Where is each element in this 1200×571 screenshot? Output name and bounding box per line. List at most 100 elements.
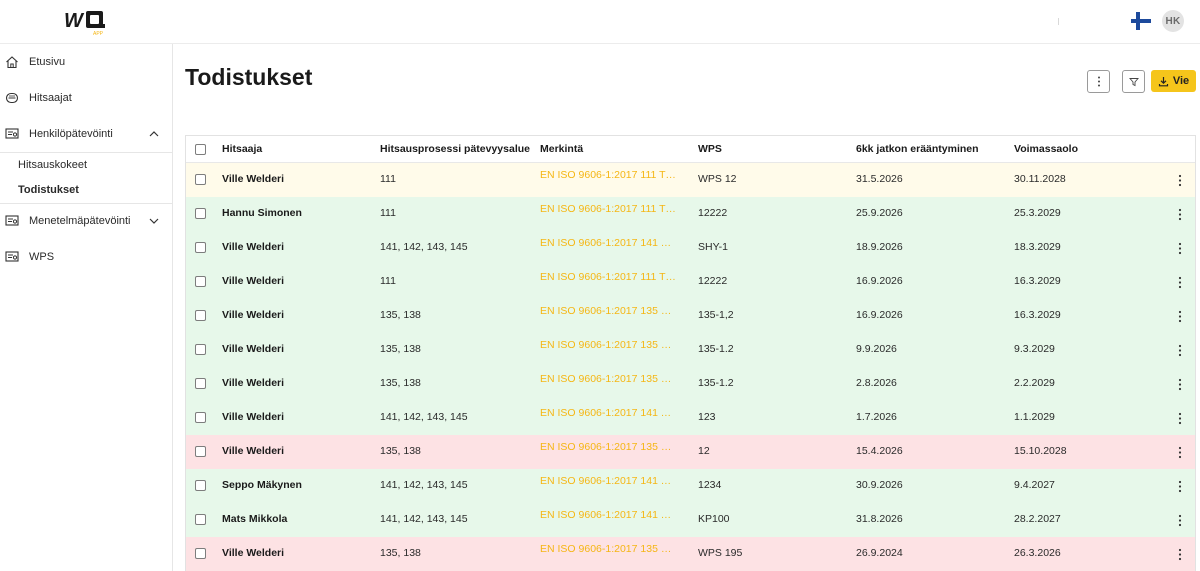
certificate-icon [5, 128, 19, 139]
sidebar-item-henkilopatevointi[interactable]: Henkilöpätevöinti [0, 116, 172, 152]
export-button[interactable]: Vie [1151, 70, 1196, 92]
cell-welder[interactable]: Ville Welderi [222, 275, 284, 287]
cell-extension-due: 2.8.2026 [856, 377, 897, 389]
sidebar-item-hitsaajat[interactable]: Hitsaajat [0, 80, 172, 116]
cell-welder[interactable]: Hannu Simonen [222, 207, 302, 219]
row-checkbox[interactable] [195, 548, 206, 559]
cell-process: 135, 138 [380, 309, 421, 321]
cell-welder[interactable]: Seppo Mäkynen [222, 479, 302, 491]
row-checkbox[interactable] [195, 276, 206, 287]
table-row[interactable]: Ville Welderi 135, 138 EN ISO 9606-1:2017 … [186, 299, 1195, 333]
home-icon [6, 56, 18, 69]
sidebar-subitem-todistukset[interactable]: Todistukset [18, 184, 79, 196]
cell-extension-due: 15.4.2026 [856, 445, 903, 457]
row-menu-icon[interactable] [1175, 208, 1185, 221]
cell-welder[interactable]: Ville Welderi [222, 343, 284, 355]
row-menu-icon[interactable] [1175, 548, 1185, 561]
chevron-down-icon[interactable] [148, 216, 160, 226]
filter-icon [1128, 77, 1139, 86]
cell-wps: 12222 [698, 275, 728, 287]
cell-validity: 18.3.2029 [1014, 241, 1061, 253]
row-checkbox[interactable] [195, 344, 206, 355]
user-avatar[interactable]: HK [1162, 10, 1184, 32]
column-header-validity[interactable]: Voimassaolo [1014, 143, 1078, 155]
row-checkbox[interactable] [195, 174, 206, 185]
sidebar-item-wps[interactable]: WPS [0, 239, 172, 275]
cell-process: 135, 138 [380, 343, 421, 355]
cell-welder[interactable]: Ville Welderi [222, 377, 284, 389]
column-header-hitsaaja[interactable]: Hitsaaja [222, 143, 262, 155]
cell-extension-due: 30.9.2026 [856, 479, 903, 491]
cell-wps: 135-1.2 [698, 343, 734, 355]
row-checkbox[interactable] [195, 378, 206, 389]
row-menu-icon[interactable] [1175, 276, 1185, 289]
cell-welder[interactable]: Ville Welderi [222, 173, 284, 185]
table-row[interactable]: Ville Welderi 135, 138 EN ISO 9606-1:2017 … [186, 537, 1195, 571]
table-row[interactable]: Ville Welderi 141, 142, 143, 145 EN ISO 96… [186, 401, 1195, 435]
table-row[interactable]: Hannu Simonen 111 EN ISO 9606-1:2017 111 T… [186, 197, 1195, 231]
sidebar-subitem-hitsauskokeet[interactable]: Hitsauskokeet [18, 159, 87, 171]
cell-process: 111 [380, 207, 396, 219]
more-options-button[interactable] [1087, 70, 1110, 93]
finland-flag-icon[interactable] [1131, 12, 1151, 30]
table-header: Hitsaaja Hitsausprosessi pätevyysalue Me… [186, 136, 1195, 163]
cell-welder[interactable]: Ville Welderi [222, 309, 284, 321]
cell-process: 141, 142, 143, 145 [380, 241, 468, 253]
row-menu-icon[interactable] [1175, 174, 1185, 187]
more-vertical-icon [1097, 76, 1100, 87]
row-menu-icon[interactable] [1175, 378, 1185, 391]
table-row[interactable]: Ville Welderi 135, 138 EN ISO 9606-1:2017 … [186, 367, 1195, 401]
cell-extension-due: 16.9.2026 [856, 309, 903, 321]
cell-extension-due: 16.9.2026 [856, 275, 903, 287]
table-row[interactable]: Ville Welderi 135, 138 EN ISO 9606-1:2017 … [186, 435, 1195, 469]
row-menu-icon[interactable] [1175, 480, 1185, 493]
cell-process: 111 [380, 173, 396, 185]
row-checkbox[interactable] [195, 514, 206, 525]
wq-logo[interactable]: W APP [64, 8, 108, 36]
sidebar-item-menetelmapatevointi[interactable]: Menetelmäpätevöinti [0, 203, 172, 239]
cell-wps: WPS 12 [698, 173, 737, 185]
cell-welder[interactable]: Ville Welderi [222, 445, 284, 457]
cell-welder[interactable]: Mats Mikkola [222, 513, 287, 525]
cell-wps: 12222 [698, 207, 728, 219]
row-checkbox[interactable] [195, 208, 206, 219]
cell-validity: 30.11.2028 [1014, 173, 1066, 185]
cell-validity: 15.10.2028 [1014, 445, 1067, 457]
row-menu-icon[interactable] [1175, 412, 1185, 425]
row-menu-icon[interactable] [1175, 446, 1185, 459]
cell-process: 135, 138 [380, 445, 421, 457]
cell-welder[interactable]: Ville Welderi [222, 411, 284, 423]
cell-welder[interactable]: Ville Welderi [222, 241, 284, 253]
row-checkbox[interactable] [195, 242, 206, 253]
column-header-process[interactable]: Hitsausprosessi pätevyysalue [380, 143, 530, 155]
row-menu-icon[interactable] [1175, 514, 1185, 527]
cell-welder[interactable]: Ville Welderi [222, 547, 284, 559]
column-header-wps[interactable]: WPS [698, 143, 722, 155]
cell-marking: EN ISO 9606-1:2017 111 T BW 1.2 S t2.5 P… [540, 169, 676, 181]
row-checkbox[interactable] [195, 412, 206, 423]
export-label: Vie [1172, 75, 1190, 87]
divider [0, 152, 172, 153]
chevron-up-icon[interactable] [148, 129, 160, 139]
table-row[interactable]: Ville Welderi 111 EN ISO 9606-1:2017 111 T… [186, 265, 1195, 299]
select-all-checkbox[interactable] [195, 144, 206, 155]
table-row[interactable]: Mats Mikkola 141, 142, 143, 145 EN ISO 960… [186, 503, 1195, 537]
row-checkbox[interactable] [195, 446, 206, 457]
table-row[interactable]: Ville Welderi 135, 138 EN ISO 9606-1:2017 … [186, 333, 1195, 367]
sidebar-item-etusivu[interactable]: Etusivu [0, 44, 172, 80]
table-row[interactable]: Seppo Mäkynen 141, 142, 143, 145 EN ISO 96… [186, 469, 1195, 503]
row-checkbox[interactable] [195, 480, 206, 491]
column-header-extension-due[interactable]: 6kk jatkon erääntyminen [856, 143, 979, 155]
table-row[interactable]: Ville Welderi 111 EN ISO 9606-1:2017 111 T… [186, 163, 1195, 197]
filter-button[interactable] [1122, 70, 1145, 93]
cell-marking: EN ISO 9606-1:2017 135 P BW 1.2 S t2.5 P… [540, 441, 676, 453]
sidebar: Etusivu Hitsaajat Henkilöpätevöinti Hits… [0, 44, 173, 571]
row-checkbox[interactable] [195, 310, 206, 321]
cell-process: 141, 142, 143, 145 [380, 513, 468, 525]
column-header-marking[interactable]: Merkintä [540, 143, 583, 155]
row-menu-icon[interactable] [1175, 310, 1185, 323]
row-menu-icon[interactable] [1175, 242, 1185, 255]
svg-text:APP: APP [93, 31, 104, 36]
table-row[interactable]: Ville Welderi 141, 142, 143, 145 EN ISO 96… [186, 231, 1195, 265]
row-menu-icon[interactable] [1175, 344, 1185, 357]
